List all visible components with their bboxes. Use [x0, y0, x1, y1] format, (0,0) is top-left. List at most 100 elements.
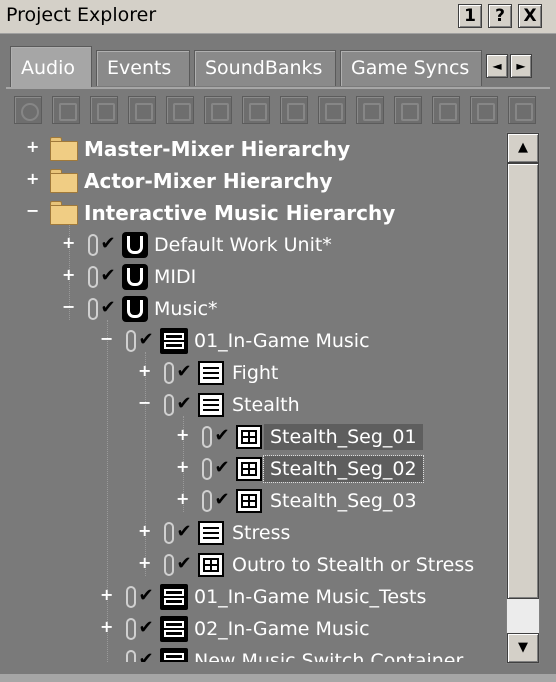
music-segment-icon	[236, 457, 262, 481]
lock-icon[interactable]	[126, 618, 136, 640]
expand-icon[interactable]: +	[138, 363, 151, 379]
lock-icon[interactable]	[88, 266, 98, 288]
check-icon[interactable]: ✔	[136, 586, 156, 606]
folder-icon[interactable]	[90, 96, 118, 124]
music-segment-icon	[198, 553, 224, 577]
list2-icon[interactable]	[394, 96, 422, 124]
tree-row-music[interactable]: − ✔ Music*	[14, 294, 504, 324]
collapse-icon[interactable]: −	[100, 331, 113, 347]
tree-row-midi[interactable]: + ✔ MIDI	[14, 262, 504, 292]
work-unit-icon[interactable]	[14, 96, 42, 124]
mixer-icon[interactable]	[128, 96, 156, 124]
check-icon[interactable]: ✔	[174, 522, 194, 542]
lock-icon[interactable]	[164, 522, 174, 544]
tree-row-ingame-music-tests[interactable]: + ✔ 01_In-Game Music_Tests	[14, 582, 504, 612]
panel-bottom-edge	[0, 674, 556, 682]
list-icon[interactable]	[204, 96, 232, 124]
hierarchy-tree: + Master-Mixer Hierarchy + Actor-Mixer H…	[14, 134, 504, 662]
expand-icon[interactable]: +	[100, 619, 113, 635]
event-icon[interactable]	[508, 96, 536, 124]
check-icon[interactable]: ✔	[174, 394, 194, 414]
tab-scroll-left-button[interactable]: ◄	[486, 54, 508, 78]
check-icon[interactable]: ✔	[136, 618, 156, 638]
grid-icon[interactable]	[166, 96, 194, 124]
tree-row-master-mixer[interactable]: + Master-Mixer Hierarchy	[14, 134, 504, 164]
expand-icon[interactable]: +	[176, 427, 189, 443]
check-icon[interactable]: ✔	[212, 490, 232, 510]
scroll-down-button[interactable]: ▼	[507, 633, 539, 663]
tree-row-stealth-seg-01[interactable]: + ✔ Stealth_Seg_01	[14, 422, 504, 452]
tree-row-ingame-music-02[interactable]: + ✔ 02_In-Game Music	[14, 614, 504, 644]
lock-icon[interactable]	[202, 426, 212, 448]
tree-label: MIDI	[154, 266, 197, 288]
expand-icon[interactable]: +	[176, 459, 189, 475]
tree-row-stealth-seg-03[interactable]: + ✔ Stealth_Seg_03	[14, 486, 504, 516]
effects-icon[interactable]	[356, 96, 384, 124]
tree-row-actor-mixer[interactable]: + Actor-Mixer Hierarchy	[14, 166, 504, 196]
vertical-scrollbar[interactable]: ▲ ▼	[506, 132, 540, 664]
check-icon[interactable]: ✔	[212, 426, 232, 446]
collapse-icon[interactable]: −	[62, 299, 75, 315]
tree-row-stealth[interactable]: − ✔ Stealth	[14, 390, 504, 420]
scroll-up-button[interactable]: ▲	[507, 133, 539, 163]
tree-row-interactive-music[interactable]: − Interactive Music Hierarchy	[14, 198, 504, 228]
expand-icon[interactable]: +	[62, 235, 75, 251]
tree-row-new-switch[interactable]: ✔ New Music Switch Container	[14, 646, 504, 662]
check-icon[interactable]: ✔	[98, 234, 118, 254]
music-segment-icon	[236, 489, 262, 513]
expand-icon[interactable]: +	[62, 267, 75, 283]
lock-icon[interactable]	[126, 330, 136, 352]
check-icon[interactable]: ✔	[212, 458, 232, 478]
lock-icon[interactable]	[126, 586, 136, 608]
expand-icon[interactable]: +	[26, 139, 39, 155]
check-icon[interactable]: ✔	[174, 362, 194, 382]
lock-icon[interactable]	[88, 234, 98, 256]
explorer-panel: Audio Events SoundBanks Game Syncs ◄ ► +…	[0, 34, 556, 682]
tree-row-default-work-unit[interactable]: + ✔ Default Work Unit*	[14, 230, 504, 260]
lock-icon[interactable]	[126, 650, 136, 662]
check-icon[interactable]: ✔	[98, 266, 118, 286]
expand-icon[interactable]: +	[176, 491, 189, 507]
cross-icon[interactable]	[280, 96, 308, 124]
expand-icon[interactable]: +	[138, 523, 151, 539]
check-icon[interactable]: ✔	[136, 650, 156, 663]
tree-row-fight[interactable]: + ✔ Fight	[14, 358, 504, 388]
check-icon[interactable]: ✔	[174, 554, 194, 574]
check-icon[interactable]: ✔	[136, 330, 156, 350]
music-switch-icon	[160, 584, 188, 610]
folder-icon[interactable]	[52, 96, 80, 124]
title-bar: Project Explorer 1 ? X	[0, 0, 556, 34]
collapse-icon[interactable]: −	[26, 203, 39, 219]
tree-label: Stealth_Seg_03	[270, 490, 417, 512]
help-button[interactable]: ?	[488, 4, 512, 28]
tree-label: 02_In-Game Music	[194, 618, 370, 640]
expand-icon[interactable]: +	[100, 587, 113, 603]
hand-icon[interactable]	[432, 96, 460, 124]
lock-icon[interactable]	[164, 394, 174, 416]
tab-game-syncs[interactable]: Game Syncs	[340, 50, 482, 86]
expand-icon[interactable]: +	[138, 555, 151, 571]
blend-icon[interactable]	[470, 96, 498, 124]
close-button[interactable]: X	[518, 4, 542, 28]
scroll-thumb[interactable]	[507, 163, 539, 599]
dock-button[interactable]: 1	[458, 4, 482, 28]
tree-row-outro[interactable]: + ✔ Outro to Stealth or Stress	[14, 550, 504, 580]
lock-icon[interactable]	[202, 458, 212, 480]
lock-icon[interactable]	[202, 490, 212, 512]
check-icon[interactable]: ✔	[98, 298, 118, 318]
lock-icon[interactable]	[164, 362, 174, 384]
lock-icon[interactable]	[164, 554, 174, 576]
tab-scroll-right-button[interactable]: ►	[510, 54, 532, 78]
tab-events[interactable]: Events	[96, 50, 190, 86]
tree-row-stealth-seg-02[interactable]: + ✔ Stealth_Seg_02	[14, 454, 504, 484]
tab-soundbanks[interactable]: SoundBanks	[194, 50, 336, 86]
wrench-icon[interactable]	[318, 96, 346, 124]
tree-row-stress[interactable]: + ✔ Stress	[14, 518, 504, 548]
expand-icon[interactable]: +	[26, 171, 39, 187]
bus-icon[interactable]	[242, 96, 270, 124]
tab-audio[interactable]: Audio	[10, 46, 92, 88]
tree-row-ingame-music[interactable]: − ✔ 01_In-Game Music	[14, 326, 504, 356]
lock-icon[interactable]	[88, 298, 98, 320]
tree-label: Stealth_Seg_02	[263, 455, 424, 483]
collapse-icon[interactable]: −	[138, 395, 151, 411]
